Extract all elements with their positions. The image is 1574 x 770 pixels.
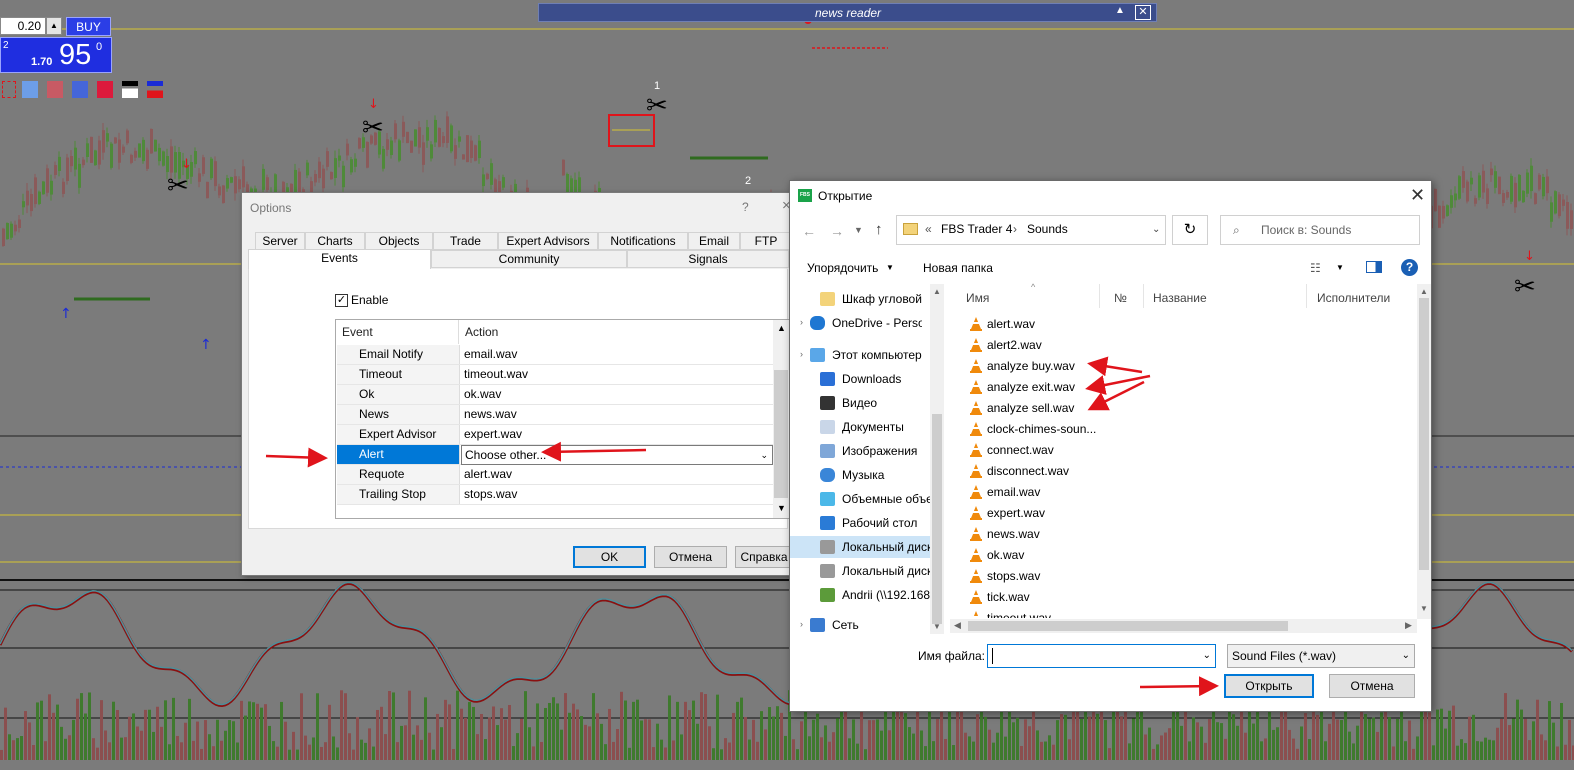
annotation-arrow <box>265 447 328 468</box>
annotation-layer <box>265 356 1219 697</box>
annotation-arrow <box>541 441 647 462</box>
annotation-arrow <box>1139 676 1219 697</box>
annotation-arrow <box>1085 374 1151 395</box>
annotation-arrow <box>1087 356 1143 377</box>
trading-terminal-screen: 1 2 ↑ ↑ ↓ ↓ ↓ ✂ ✂ ✂ ✂ 0.20 ▲ BUY 2 1.70 … <box>0 0 1574 770</box>
